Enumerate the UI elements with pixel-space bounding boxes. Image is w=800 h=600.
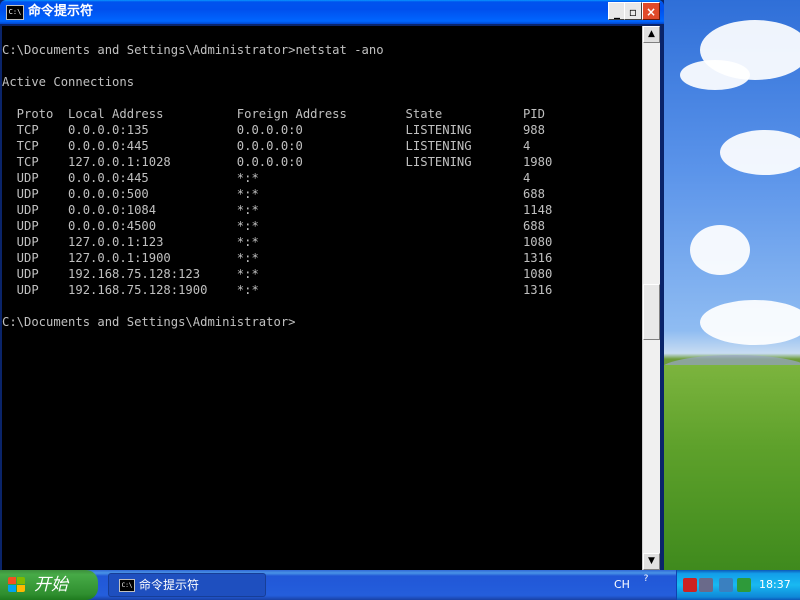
console-icon[interactable]: C:\	[6, 5, 24, 20]
console-line: UDP 127.0.0.1:123 *:* 1080	[2, 235, 553, 249]
start-label: 开始	[34, 575, 68, 595]
cloud	[680, 60, 750, 90]
taskbar-item-label: 命令提示符	[139, 578, 200, 592]
console-line: Active Connections	[2, 75, 135, 89]
console-line: TCP 0.0.0.0:445 0.0.0.0:0 LISTENING 4	[2, 139, 531, 153]
scroll-up-button[interactable]: ▲	[643, 26, 660, 43]
scroll-thumb[interactable]	[643, 284, 660, 340]
scroll-down-button[interactable]: ▼	[643, 553, 660, 570]
clock[interactable]: 18:37	[759, 578, 791, 592]
console-line: UDP 0.0.0.0:4500 *:* 688	[2, 219, 545, 233]
network-icon[interactable]	[719, 578, 733, 592]
cloud	[720, 130, 800, 175]
console-line: C:\Documents and Settings\Administrator>…	[2, 43, 384, 57]
console-line: UDP 0.0.0.0:500 *:* 688	[2, 187, 545, 201]
console-line: UDP 127.0.0.1:1900 *:* 1316	[2, 251, 553, 265]
command-prompt-window: C:\ 命令提示符 _ ▫ × C:\Documents and Setting…	[0, 0, 664, 572]
windows-logo-icon	[8, 577, 26, 593]
system-tray: 18:37	[676, 570, 800, 600]
console-line: C:\Documents and Settings\Administrator>	[2, 315, 296, 329]
console-line: TCP 0.0.0.0:135 0.0.0.0:0 LISTENING 988	[2, 123, 545, 137]
console-line: UDP 0.0.0.0:1084 *:* 1148	[2, 203, 553, 217]
console-output[interactable]: C:\Documents and Settings\Administrator>…	[2, 26, 642, 570]
console-line: UDP 192.168.75.128:123 *:* 1080	[2, 267, 553, 281]
taskbar: 开始 C:\ 命令提示符 CH ? 18:37	[0, 570, 800, 600]
console-icon: C:\	[119, 579, 135, 592]
console-line: TCP 127.0.0.1:1028 0.0.0.0:0 LISTENING 1…	[2, 155, 553, 169]
vertical-scrollbar[interactable]: ▲ ▼	[642, 26, 660, 570]
cloud	[700, 300, 800, 345]
language-help-icon[interactable]: ?	[640, 573, 652, 597]
window-title: 命令提示符	[28, 4, 94, 19]
title-bar[interactable]: C:\ 命令提示符 _ ▫ ×	[0, 0, 664, 24]
taskbar-item-command-prompt[interactable]: C:\ 命令提示符	[108, 573, 266, 597]
start-button[interactable]: 开始	[0, 570, 98, 600]
console-line: Proto Local Address Foreign Address Stat…	[2, 107, 545, 121]
console-text: C:\Documents and Settings\Administrator>…	[2, 26, 642, 330]
console-line: UDP 192.168.75.128:1900 *:* 1316	[2, 283, 553, 297]
close-button[interactable]: ×	[642, 2, 660, 20]
grass-field	[660, 365, 800, 570]
shield-icon[interactable]	[683, 578, 697, 592]
update-icon[interactable]	[737, 578, 751, 592]
vm-icon[interactable]	[699, 578, 713, 592]
cloud	[690, 225, 750, 275]
console-line: UDP 0.0.0.0:445 *:* 4	[2, 171, 531, 185]
language-indicator[interactable]: CH	[614, 578, 630, 592]
maximize-button[interactable]: ▫	[624, 2, 642, 20]
